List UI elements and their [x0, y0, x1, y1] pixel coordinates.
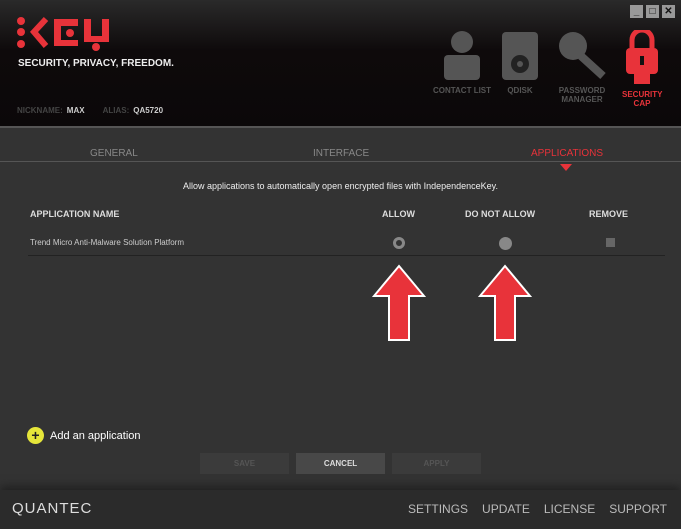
allow-radio[interactable] — [393, 237, 405, 249]
user-info: NICKNAME: MAX ALIAS: QA5720 — [17, 106, 181, 115]
nav-label: PASSWORD MANAGER — [558, 86, 606, 104]
plus-icon: + — [27, 427, 44, 444]
nav-label: SECURITY CAP — [622, 90, 663, 108]
key-logo — [17, 16, 109, 51]
do-not-allow-radio[interactable] — [499, 237, 512, 250]
header-allow: ALLOW — [382, 209, 415, 219]
arrow-up-icon — [372, 264, 426, 341]
add-application-label: Add an application — [50, 429, 141, 442]
tab-general[interactable]: GENERAL — [90, 148, 138, 159]
quantec-logo: QUANTEC — [12, 500, 93, 517]
close-button[interactable]: ✕ — [662, 5, 675, 18]
nickname-value: MAX — [66, 106, 85, 115]
nickname-label: NICKNAME: — [17, 106, 63, 115]
arrow-up-icon — [478, 264, 532, 341]
description: Allow applications to automatically open… — [182, 181, 499, 191]
application-name: Trend Micro Anti-Malware Solution Platfo… — [30, 238, 184, 247]
key-icon — [559, 32, 606, 79]
remove-checkbox[interactable] — [606, 238, 615, 247]
footer: QUANTEC SETTINGS UPDATE LICENSE SUPPORT — [0, 490, 681, 529]
nav-password-manager[interactable]: PASSWORD MANAGER — [552, 30, 612, 104]
apply-button[interactable]: APPLY — [392, 453, 481, 474]
disk-icon — [502, 32, 538, 80]
nav-contact-list[interactable]: CONTACT LIST — [428, 30, 496, 95]
add-application-button[interactable]: + Add an application — [27, 427, 141, 444]
person-icon — [444, 31, 480, 80]
cancel-button[interactable]: CANCEL — [296, 453, 385, 474]
nav-label: QDISK — [507, 86, 533, 95]
nav-label: CONTACT LIST — [432, 86, 492, 95]
table-row: Trend Micro Anti-Malware Solution Platfo… — [28, 230, 665, 256]
license-link[interactable]: LICENSE — [544, 502, 595, 516]
tagline: SECURITY, PRIVACY, FREEDOM. — [18, 58, 174, 69]
maximize-button[interactable]: □ — [646, 5, 659, 18]
tab-applications[interactable]: APPLICATIONS — [531, 148, 603, 159]
header-application-name: APPLICATION NAME — [30, 209, 120, 219]
update-link[interactable]: UPDATE — [482, 502, 530, 516]
settings-link[interactable]: SETTINGS — [408, 502, 468, 516]
minimize-button[interactable]: _ — [630, 5, 643, 18]
header-do-not-allow: DO NOT ALLOW — [465, 209, 536, 219]
alias-label: ALIAS: — [102, 106, 130, 115]
tab-bar: GENERAL INTERFACE APPLICATIONS — [0, 142, 681, 162]
save-button[interactable]: SAVE — [200, 453, 289, 474]
support-link[interactable]: SUPPORT — [609, 502, 667, 516]
nav-security-cap[interactable]: SECURITY CAP — [616, 30, 668, 108]
app-header: SECURITY, PRIVACY, FREEDOM. NICKNAME: MAX… — [0, 0, 681, 128]
tab-interface[interactable]: INTERFACE — [313, 148, 369, 159]
padlock-icon — [626, 30, 658, 84]
header-remove: REMOVE — [589, 209, 629, 219]
nav-qdisk[interactable]: QDISK — [500, 30, 540, 95]
active-tab-indicator — [560, 164, 572, 171]
alias-value: QA5720 — [133, 106, 164, 115]
